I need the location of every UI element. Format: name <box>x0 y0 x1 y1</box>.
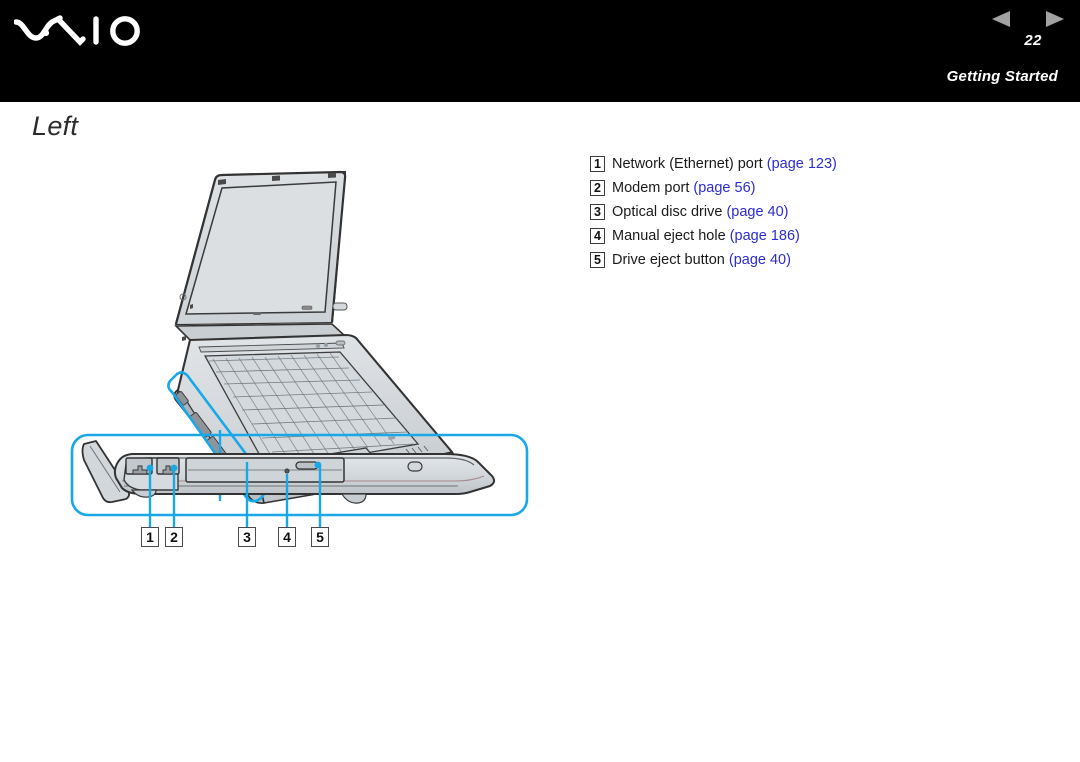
page-navigation[interactable] <box>992 9 1064 29</box>
callout-legend-list: 1 Network (Ethernet) port (page 123) 2 M… <box>590 152 1010 272</box>
detail-badge-2: 2 <box>165 527 183 547</box>
detail-badge-5: 5 <box>311 527 329 547</box>
callout-label-5: Drive eject button (page 40) <box>612 252 791 268</box>
callout-page-ref-4[interactable]: (page 186) <box>730 228 800 244</box>
page-number: 22 <box>1024 32 1042 49</box>
list-item: 1 Network (Ethernet) port (page 123) <box>590 152 1010 176</box>
side-indicator-oval <box>407 461 423 472</box>
callout-label-4: Manual eject hole (page 186) <box>612 228 800 244</box>
list-item: 2 Modem port (page 56) <box>590 176 1010 200</box>
list-item: 3 Optical disc drive (page 40) <box>590 200 1010 224</box>
callout-page-ref-2[interactable]: (page 56) <box>693 180 755 196</box>
list-item: 4 Manual eject hole (page 186) <box>590 224 1010 248</box>
callout-label-text: Optical disc drive <box>612 204 723 220</box>
callout-label-text: Modem port <box>612 180 690 196</box>
header-band: 22 Getting Started <box>0 0 1080 102</box>
list-item: 5 Drive eject button (page 40) <box>590 248 1010 272</box>
callout-page-ref-3[interactable]: (page 40) <box>726 204 788 220</box>
next-page-arrow-icon[interactable] <box>1046 11 1064 27</box>
callout-page-ref-1[interactable]: (page 123) <box>767 156 837 172</box>
detail-number-badges: 1 2 3 4 5 <box>0 527 600 555</box>
section-title: Getting Started <box>946 68 1058 85</box>
laptop-illustration <box>70 170 529 527</box>
prev-page-arrow-icon[interactable] <box>992 11 1010 27</box>
callout-label-text: Drive eject button <box>612 252 725 268</box>
callout-page-ref-5[interactable]: (page 40) <box>729 252 791 268</box>
callout-label-text: Manual eject hole <box>612 228 726 244</box>
detail-badge-4: 4 <box>278 527 296 547</box>
callout-label-2: Modem port (page 56) <box>612 180 755 196</box>
vaio-logo <box>14 15 140 46</box>
detail-badge-1: 1 <box>141 527 159 547</box>
callout-label-3: Optical disc drive (page 40) <box>612 204 789 220</box>
callout-label-1: Network (Ethernet) port (page 123) <box>612 156 837 172</box>
callout-label-text: Network (Ethernet) port <box>612 156 763 172</box>
detail-badge-3: 3 <box>238 527 256 547</box>
manual-eject-hole <box>284 468 290 474</box>
